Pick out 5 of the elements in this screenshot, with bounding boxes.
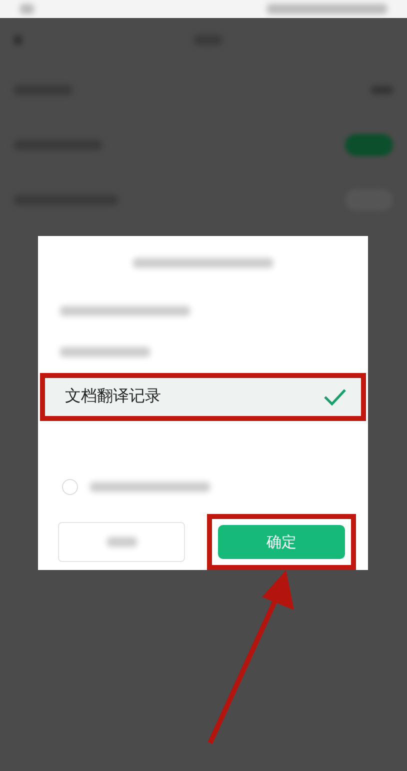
toggle-switch[interactable] — [345, 134, 393, 156]
cancel-button[interactable] — [58, 522, 185, 562]
option-item[interactable]: 文档翻译记录 — [40, 372, 366, 421]
checkbox[interactable] — [62, 479, 78, 496]
check-icon — [323, 386, 347, 407]
